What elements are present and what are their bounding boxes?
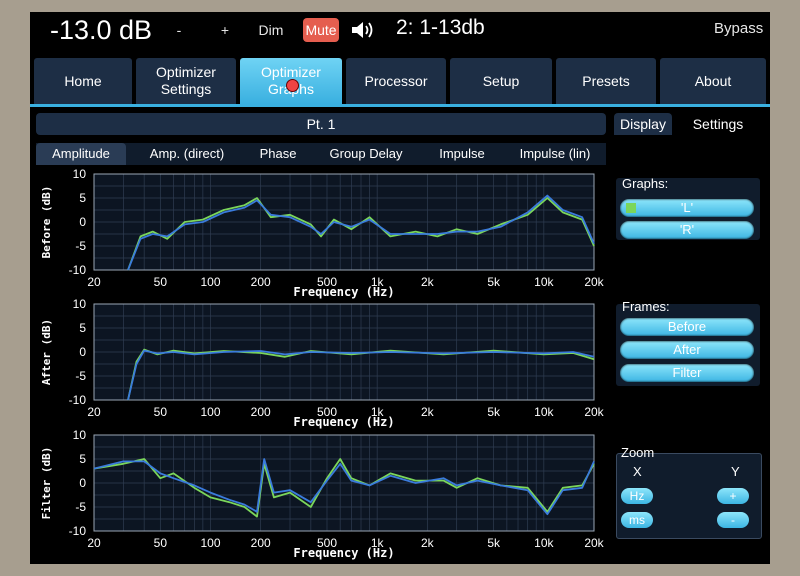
x-tick-label: 2k [421,275,435,289]
dim-button[interactable]: Dim [254,19,288,41]
y-tick-label: 5 [79,452,86,466]
frame-filter-toggle[interactable]: Filter [620,364,754,382]
x-tick-label: 50 [154,275,168,289]
x-tick-label: 20k [584,405,604,419]
graphs-label: Graphs: [622,176,669,191]
tab-home[interactable]: Home [34,58,132,104]
y-tick-label: 10 [73,429,87,442]
filter-plot[interactable]: 10 5 0 -5 -10 20 50 100 200 500 1k 2k 5k 10k 20k Freque… [30,429,610,564]
graph-r-label: 'R' [679,222,695,237]
frame-before-toggle[interactable]: Before [620,318,754,336]
touch-indicator-dot [286,79,299,92]
x-tick-label: 5k [487,405,501,419]
volume-readout: -13.0 dB [50,15,153,45]
y-tick-label: -5 [75,239,86,253]
zoom-x-label: X [633,464,642,479]
x-tick-label: 200 [251,405,271,419]
x-tick-label: 20k [584,536,604,550]
tab-processor[interactable]: Processor [346,58,446,104]
tab-presets[interactable]: Presets [556,58,656,104]
tab-optimizer-settings[interactable]: Optimizer Settings [136,58,236,104]
y-tick-label: 0 [79,476,86,490]
top-bar: -13.0 dB - + Dim Mute 2: 1-13db Bypass [30,12,770,50]
zoom-x-ms-button[interactable]: ms [621,512,653,528]
x-tick-label: 200 [251,536,271,550]
tab-amplitude[interactable]: Amplitude [36,143,126,165]
y-tick-label: -5 [75,500,86,514]
tab-group-delay[interactable]: Group Delay [316,143,416,165]
zoom-in-button[interactable]: + [717,488,749,504]
main-nav: Home Optimizer Settings Optimizer Graphs… [30,58,770,106]
y-tick-label: -10 [69,263,87,277]
zoom-y-label: Y [731,464,740,479]
zoom-x-hz-button[interactable]: Hz [621,488,653,504]
volume-up-button[interactable]: + [214,19,236,41]
before-plot[interactable]: 10 5 0 -5 -10 20 50 100 200 500 1k 2k 5k 10k 20k Freque… [30,168,610,302]
nav-underline [30,104,770,107]
x-tick-label: 100 [200,275,220,289]
x-tick-label: 20 [87,405,101,419]
x-tick-label: 20 [87,275,101,289]
x-tick-label: 50 [154,536,168,550]
graph-l-toggle[interactable]: 'L' [620,199,754,217]
graphs-group: Graphs: 'L' 'R' [616,176,760,240]
bypass-button[interactable]: Bypass [714,20,763,37]
y-tick-label: 10 [73,298,87,311]
y-tick-label: 5 [79,191,86,205]
tab-phase[interactable]: Phase [248,143,308,165]
frames-group: Frames: Before After Filter [616,299,760,386]
frames-label: Frames: [622,299,670,314]
x-tick-label: 10k [534,405,554,419]
zoom-out-button[interactable]: - [717,512,749,528]
tab-impulse-lin[interactable]: Impulse (lin) [508,143,602,165]
tab-amp-direct[interactable]: Amp. (direct) [134,143,240,165]
y-axis-label: Filter (dB) [40,447,53,520]
x-tick-label: 20 [87,536,101,550]
volume-down-button[interactable]: - [168,19,190,41]
y-tick-label: 10 [73,168,87,181]
mute-button[interactable]: Mute [303,18,339,42]
x-tick-label: 5k [487,275,501,289]
left-channel-swatch [626,203,636,213]
x-axis-label: Frequency (Hz) [293,285,394,299]
tab-display[interactable]: Display [614,113,672,135]
x-tick-label: 10k [534,275,554,289]
graph-type-tabs: Amplitude Amp. (direct) Phase Group Dela… [36,143,606,165]
x-tick-label: 200 [251,275,271,289]
x-tick-label: 2k [421,536,435,550]
y-tick-label: -10 [69,393,87,407]
device-screen: -13.0 dB - + Dim Mute 2: 1-13db Bypass H… [30,12,770,564]
y-tick-label: -10 [69,524,87,538]
zoom-label: Zoom [621,445,655,460]
tab-settings[interactable]: Settings [686,113,750,135]
x-tick-label: 5k [487,536,501,550]
y-tick-label: 5 [79,321,86,335]
x-axis-label: Frequency (Hz) [293,546,394,560]
after-plot[interactable]: 10 5 0 -5 -10 20 50 100 200 500 1k 2k 5k 10k 20k Freque… [30,298,610,432]
x-tick-label: 100 [200,536,220,550]
zoom-group: Zoom X Y Hz ms + - [616,445,762,539]
graph-r-toggle[interactable]: 'R' [620,221,754,239]
tab-setup[interactable]: Setup [450,58,552,104]
x-axis-label: Frequency (Hz) [293,415,394,429]
x-tick-label: 20k [584,275,604,289]
y-tick-label: 0 [79,345,86,359]
preset-name[interactable]: 2: 1-13db [396,16,485,40]
y-axis-label: After (dB) [40,319,53,385]
point-header[interactable]: Pt. 1 [36,113,606,135]
tab-about[interactable]: About [660,58,766,104]
y-tick-label: -5 [75,369,86,383]
x-tick-label: 100 [200,405,220,419]
graph-l-label: 'L' [680,200,694,215]
x-tick-label: 2k [421,405,435,419]
x-tick-label: 10k [534,536,554,550]
x-tick-label: 50 [154,405,168,419]
tab-impulse[interactable]: Impulse [426,143,498,165]
frame-after-toggle[interactable]: After [620,341,754,359]
y-axis-label: Before (dB) [40,186,53,259]
y-tick-label: 0 [79,215,86,229]
speaker-icon[interactable] [350,19,376,41]
